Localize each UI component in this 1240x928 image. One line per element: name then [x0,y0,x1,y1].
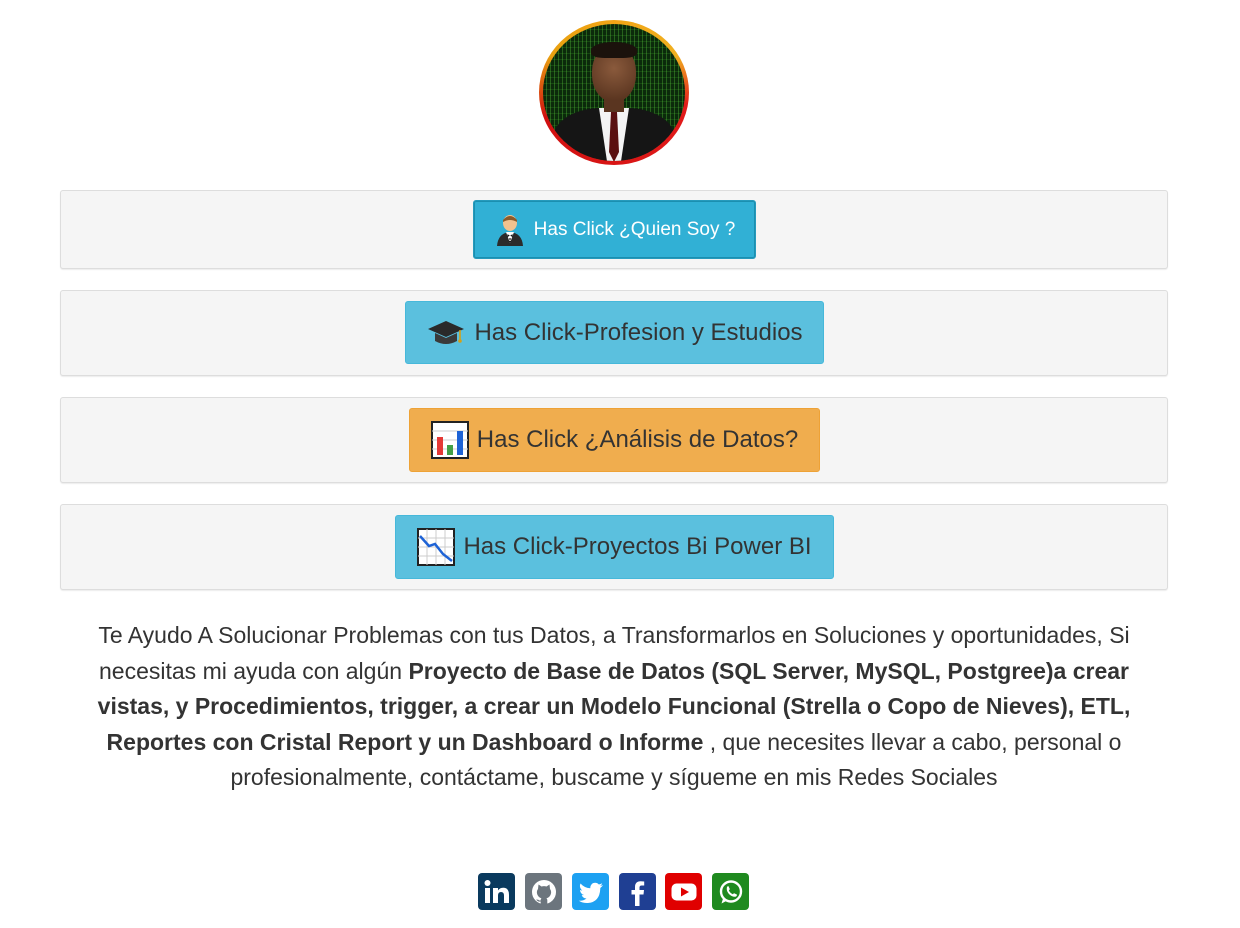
youtube-icon[interactable] [665,873,702,910]
panel-analisis: Has Click ¿Análisis de Datos? [60,397,1168,483]
description-text: Te Ayudo A Solucionar Problemas con tus … [80,618,1148,796]
profesion-estudios-button[interactable]: Has Click-Profesion y Estudios [405,301,824,364]
profile-avatar [539,20,689,165]
quien-soy-button[interactable]: Has Click ¿Quien Soy ? [473,200,756,259]
github-icon[interactable] [525,873,562,910]
chart-decreasing-icon [417,528,456,566]
man-in-tuxedo-icon [494,213,526,247]
panel-profesion: Has Click-Profesion y Estudios [60,290,1168,376]
analisis-datos-label: Has Click ¿Análisis de Datos? [476,426,799,453]
profile-photo [543,24,685,161]
proyectos-power-bi-label: Has Click-Proyectos Bi Power BI [463,533,812,560]
panel-proyectos: Has Click-Proyectos Bi Power BI [60,504,1168,590]
proyectos-power-bi-button[interactable]: Has Click-Proyectos Bi Power BI [395,515,834,579]
photo-hair [591,42,637,58]
graduation-cap-icon [426,318,466,348]
profesion-estudios-label: Has Click-Profesion y Estudios [474,318,803,346]
panel-quien-soy: Has Click ¿Quien Soy ? [60,190,1168,269]
whatsapp-icon[interactable] [712,873,749,910]
facebook-icon[interactable] [619,873,656,910]
analisis-datos-button[interactable]: Has Click ¿Análisis de Datos? [409,408,820,472]
bar-chart-icon [430,421,469,459]
twitter-icon[interactable] [572,873,609,910]
quien-soy-label: Has Click ¿Quien Soy ? [533,218,736,240]
linkedin-icon[interactable] [478,873,515,910]
